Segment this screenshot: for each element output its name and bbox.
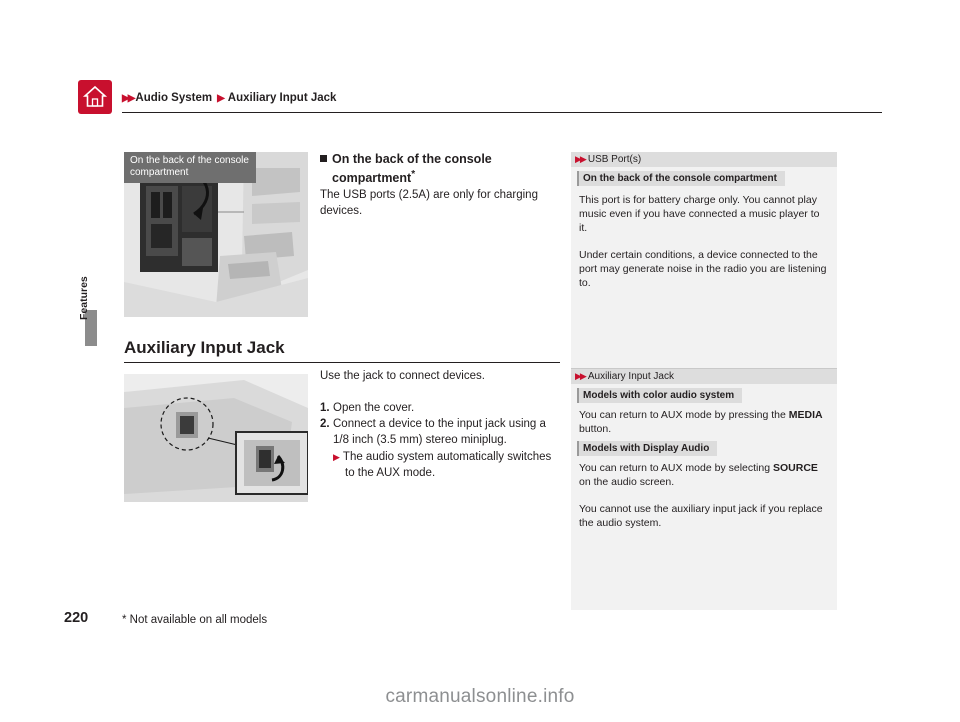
sidebar-block1-tag: On the back of the console compartment [577,171,785,186]
sidebar-title-chevron-icon-2: ▶▶ [575,371,587,381]
sidebar-block2-text-1: You can return to AUX mode by pressing t… [571,405,837,436]
bullet-square-icon [320,155,327,162]
sidebar-block2-text-2: You can return to AUX mode by selecting … [571,458,837,530]
sidebar-block2-para2-c: on the audio screen. [579,476,675,488]
figure-console-compartment: On the back of the console compartment [124,152,308,317]
step-2-note-continued: to the AUX mode. [345,467,436,479]
breadcrumb-chevron-icon: ▶▶ [122,93,135,104]
sidebar-block2-para3: You cannot use the auxiliary input jack … [579,503,823,529]
figure1-caption: On the back of the console compartment [124,152,256,183]
sidebar-block2-media-button-label: MEDIA [788,409,823,421]
page-title: Auxiliary Input Jack [124,338,285,357]
sidebar-block2-tag-color-audio: Models with color audio system [577,388,743,403]
footnote: * Not available on all models [122,614,268,626]
breadcrumb-item-audio-system[interactable]: Audio System [135,92,212,104]
section2-divider [124,362,560,363]
sidebar-block-aux-jack-title: ▶▶ Auxiliary Input Jack [571,369,837,384]
sidebar-notes-panel: ▶▶ USB Port(s) On the back of the console… [571,152,837,610]
step-2: 2. Connect a device to the input jack usi… [320,416,568,432]
step-1: 1. Open the cover. [320,400,568,416]
breadcrumb-item-auxiliary-input-jack[interactable]: Auxiliary Input Jack [228,92,337,104]
section2-intro: Use the jack to connect devices. [320,370,485,382]
sidebar-block2-source-label: SOURCE [772,462,818,474]
sidebar-block2-para2-a: You can return to AUX mode by selecting [579,462,773,474]
step-2-note: ▶ The audio system automatically switches [320,449,568,465]
sidebar-block2-tag-display-audio: Models with Display Audio [577,441,718,456]
breadcrumb-separator-icon: ▶ [217,93,225,104]
sidebar-block-aux-jack: ▶▶ Auxiliary Input Jack Models with color… [571,369,837,543]
sidebar-block-usb-ports: ▶▶ USB Port(s) On the back of the console… [571,152,837,303]
sidebar-block1-text: This port is for battery charge only. Yo… [571,188,837,290]
chapter-tab-label: Features [78,276,90,320]
header-divider [122,112,882,113]
figure-auxiliary-input-jack [124,374,308,502]
step-2-text: Connect a device to the input jack using… [333,418,546,430]
sidebar-title-chevron-icon: ▶▶ [575,154,587,164]
page-number: 220 [64,610,89,626]
sidebar-block1-title-text: USB Port(s) [587,154,642,165]
sidebar-block2-para1-a: You can return to AUX mode by pressing t… [579,409,789,421]
section1-heading-line1: On the back of the console [332,152,492,166]
section1-heading-line2: compartment [332,171,412,186]
step-1-text: Open the cover. [333,402,415,414]
watermark: carmanualsonline.info [385,686,575,707]
step-2-number: 2. [320,418,330,430]
step-1-number: 1. [320,402,330,414]
breadcrumb: ▶▶ Audio System ▶ Auxiliary Input Jack [122,92,336,104]
section1-heading-footnote-marker: * [411,169,416,180]
sidebar-block1-para2: Under certain conditions, a device conne… [579,249,827,289]
section1-body: The USB ports (2.5A) are only for chargi… [320,189,538,217]
home-icon[interactable] [78,80,112,114]
section2-steps: 1. Open the cover. 2. Connect a device to … [320,400,568,481]
sidebar-block-usb-ports-title: ▶▶ USB Port(s) [571,152,837,167]
note-chevron-icon: ▶ [333,452,340,462]
sidebar-block1-para1: This port is for battery charge only. Yo… [579,194,820,234]
step-2-note-text: The audio system automatically switches [342,451,552,463]
sidebar-block2-para1-c: button. [579,423,612,435]
step-2-continued: 1/8 inch (3.5 mm) stereo miniplug. [333,434,507,446]
sidebar-block2-title-text: Auxiliary Input Jack [587,371,674,382]
section1-heading: On the back of the console compartment* [320,152,560,186]
